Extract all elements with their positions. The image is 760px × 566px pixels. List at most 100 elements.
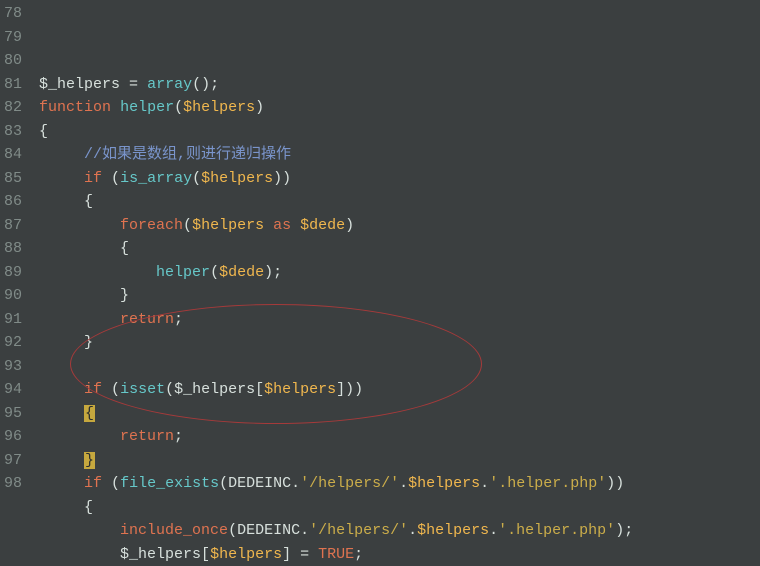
code-line[interactable]: { [30, 120, 760, 144]
token: include_once [120, 522, 228, 539]
token [30, 217, 120, 234]
token: ( [102, 475, 120, 492]
token: if [84, 381, 102, 398]
token: { [30, 123, 48, 140]
code-line[interactable]: { [30, 496, 760, 520]
token [291, 217, 300, 234]
token: array [147, 76, 192, 93]
code-line[interactable]: { [30, 190, 760, 214]
token: (); [192, 76, 219, 93]
token [30, 76, 39, 93]
code-line[interactable] [30, 355, 760, 379]
token: helper [156, 264, 210, 281]
code-editor[interactable]: 7879808182838485868788899091929394959697… [0, 0, 760, 500]
token [264, 217, 273, 234]
token: isset [120, 381, 165, 398]
code-line[interactable]: helper($dede); [30, 261, 760, 285]
token: = [120, 76, 147, 93]
token [30, 452, 84, 469]
line-number: 93 [4, 355, 22, 379]
token: $helpers [417, 522, 489, 539]
code-line[interactable]: } [30, 449, 760, 473]
token: ( [192, 170, 201, 187]
code-line[interactable]: //如果是数组,则进行递归操作 [30, 143, 760, 167]
token: TRUE [318, 546, 354, 563]
token: (DEDEINC. [228, 522, 309, 539]
code-line[interactable]: { [30, 402, 760, 426]
token [30, 264, 156, 281]
code-line[interactable]: $_helpers[$helpers] = TRUE; [30, 543, 760, 566]
line-gutter: 7879808182838485868788899091929394959697… [0, 0, 30, 500]
token: } [30, 287, 129, 304]
code-line[interactable]: if (file_exists(DEDEINC.'/helpers/'.$hel… [30, 472, 760, 496]
token: } [30, 334, 93, 351]
token: . [489, 522, 498, 539]
line-number: 78 [4, 2, 22, 26]
code-line[interactable]: foreach($helpers as $dede) [30, 214, 760, 238]
code-line[interactable]: { [30, 237, 760, 261]
token: { [84, 405, 95, 422]
code-line[interactable]: if (is_array($helpers)) [30, 167, 760, 191]
token: ; [354, 546, 363, 563]
line-number: 89 [4, 261, 22, 285]
token: if [84, 475, 102, 492]
token: $dede [300, 217, 345, 234]
token: { [30, 193, 93, 210]
code-line[interactable]: return; [30, 425, 760, 449]
token: ( [174, 99, 183, 116]
line-number: 88 [4, 237, 22, 261]
token [30, 522, 120, 539]
code-area[interactable]: $_helpers = array(); function helper($he… [30, 0, 760, 500]
code-line[interactable]: function helper($helpers) [30, 96, 760, 120]
token: $_helpers [174, 381, 255, 398]
token: ( [102, 381, 120, 398]
token: return [120, 428, 174, 445]
token: ) [255, 99, 264, 116]
token: '/helpers/' [300, 475, 399, 492]
token: $helpers [408, 475, 480, 492]
token: . [480, 475, 489, 492]
token: { [30, 240, 129, 257]
token: ( [210, 264, 219, 281]
line-number: 98 [4, 472, 22, 496]
token: is_array [120, 170, 192, 187]
token: ); [615, 522, 633, 539]
line-number: 85 [4, 167, 22, 191]
token: ] = [282, 546, 318, 563]
token [30, 170, 84, 187]
token [111, 99, 120, 116]
token: . [399, 475, 408, 492]
token [30, 475, 84, 492]
line-number: 81 [4, 73, 22, 97]
token: '/helpers/' [309, 522, 408, 539]
token: [ [255, 381, 264, 398]
code-line[interactable]: include_once(DEDEINC.'/helpers/'.$helper… [30, 519, 760, 543]
code-line[interactable]: $_helpers = array(); [30, 73, 760, 97]
token [30, 381, 84, 398]
token: )) [606, 475, 624, 492]
line-number: 79 [4, 26, 22, 50]
line-number: 97 [4, 449, 22, 473]
token: $helpers [264, 381, 336, 398]
token: '.helper.php' [498, 522, 615, 539]
token: )) [273, 170, 291, 187]
token: ])) [336, 381, 363, 398]
token: [ [201, 546, 210, 563]
token [30, 99, 39, 116]
token: as [273, 217, 291, 234]
token: $dede [219, 264, 264, 281]
token: //如果是数组,则进行递归操作 [84, 146, 291, 163]
code-line[interactable]: return; [30, 308, 760, 332]
code-line[interactable]: if (isset($_helpers[$helpers])) [30, 378, 760, 402]
token: $_helpers [120, 546, 201, 563]
line-number: 96 [4, 425, 22, 449]
token: $helpers [210, 546, 282, 563]
code-line[interactable]: } [30, 284, 760, 308]
token: ; [174, 428, 183, 445]
code-line[interactable]: } [30, 331, 760, 355]
token: if [84, 170, 102, 187]
line-number: 84 [4, 143, 22, 167]
token: ( [165, 381, 174, 398]
line-number: 90 [4, 284, 22, 308]
token [30, 546, 120, 563]
